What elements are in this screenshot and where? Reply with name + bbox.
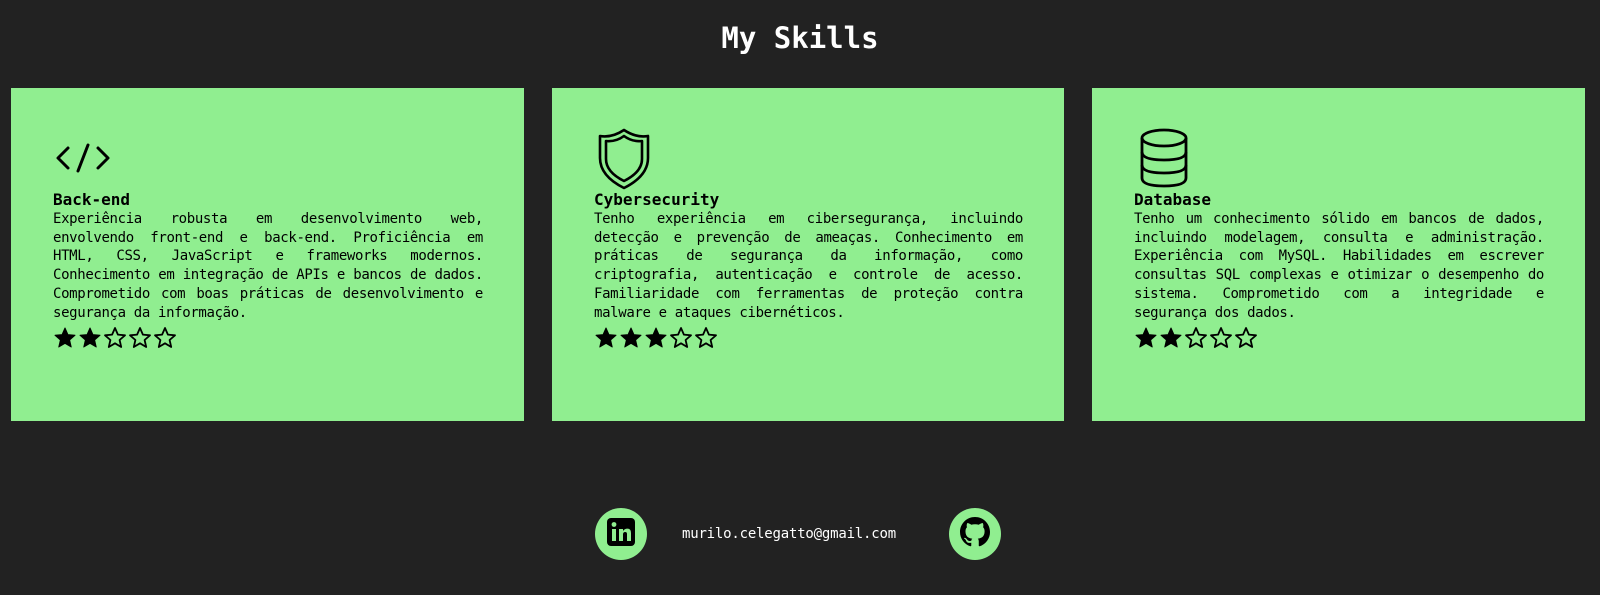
star-filled-icon xyxy=(54,327,76,348)
star-filled-icon xyxy=(645,327,667,348)
github-link[interactable] xyxy=(949,508,1001,560)
contact-email[interactable]: murilo.celegatto@gmail.com xyxy=(682,525,896,543)
star-empty-icon xyxy=(695,327,717,349)
star-filled-icon xyxy=(79,327,101,348)
skill-title: Database xyxy=(1134,190,1212,209)
skill-rating xyxy=(1134,326,1544,350)
code-icon xyxy=(53,128,113,190)
skill-description: Tenho experiência em cibersegurança, inc… xyxy=(594,211,1023,321)
linkedin-icon xyxy=(606,517,636,551)
database-icon xyxy=(1134,128,1194,190)
skill-rating xyxy=(594,326,1023,350)
skill-description: Experiência robusta em desenvolvimento w… xyxy=(53,211,483,321)
star-empty-icon xyxy=(129,327,151,349)
skill-card-backend: Back-end Experiência robusta em desenvol… xyxy=(11,88,524,421)
star-filled-icon xyxy=(595,327,617,348)
star-empty-icon xyxy=(154,327,176,349)
star-empty-icon xyxy=(1235,327,1257,349)
footer: murilo.celegatto@gmail.com xyxy=(0,508,1600,560)
linkedin-link[interactable] xyxy=(595,508,647,560)
star-empty-icon xyxy=(670,327,692,349)
star-filled-icon xyxy=(1135,327,1157,348)
skill-title: Back-end xyxy=(53,190,131,209)
shield-icon xyxy=(594,128,654,190)
star-filled-icon xyxy=(1160,327,1182,348)
star-filled-icon xyxy=(620,327,642,348)
star-empty-icon xyxy=(1185,327,1207,349)
skill-title: Cybersecurity xyxy=(594,190,720,209)
skill-description: Tenho um conhecimento sólido em bancos d… xyxy=(1134,211,1544,321)
skill-card-database: Database Tenho um conhecimento sólido em… xyxy=(1092,88,1585,421)
skills-section: Back-end Experiência robusta em desenvol… xyxy=(11,88,1585,421)
skill-card-cybersecurity: Cybersecurity Tenho experiência em ciber… xyxy=(552,88,1064,421)
star-empty-icon xyxy=(104,327,126,349)
page-title: My Skills xyxy=(721,21,879,55)
star-empty-icon xyxy=(1210,327,1232,349)
skill-rating xyxy=(53,326,483,350)
github-icon xyxy=(960,517,990,551)
